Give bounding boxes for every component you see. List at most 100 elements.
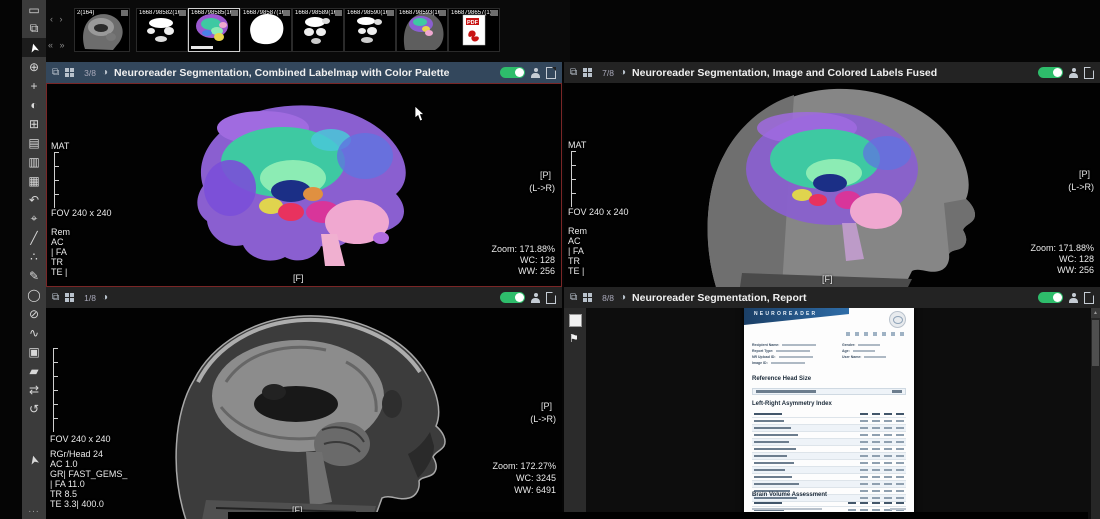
viewport-header: ⧉ 7/8 ◑ Neuroreader Segmentation, Image …	[564, 62, 1100, 83]
series-thumbnail[interactable]: 1668798657(1) PDF	[448, 8, 500, 62]
panel-icon[interactable]: ⧉	[52, 68, 59, 78]
report-meta-label: Gender:	[842, 343, 855, 347]
overlay-toggle[interactable]	[1038, 67, 1063, 78]
series-thumbnail-selected[interactable]: 1668798585(16...	[188, 8, 240, 62]
report-meta-value	[864, 356, 886, 359]
thumb-first-last-button[interactable]: « »	[48, 40, 67, 50]
notes-icon[interactable]	[546, 67, 556, 79]
thumbnail-image-fused[interactable]: 1668798593(16...	[396, 8, 448, 52]
report-meta-label: Image ID:	[752, 361, 768, 365]
overlay-param: AC	[51, 237, 64, 247]
window-level-icon[interactable]: ◑	[102, 293, 108, 303]
report-page[interactable]: NEUROREADER Recipient Name:Report Type:N…	[744, 308, 914, 515]
panel-icon[interactable]: ⧉	[570, 293, 577, 303]
tool-refresh-icon[interactable]: ⇄	[22, 380, 46, 399]
user-icon[interactable]	[1069, 68, 1078, 78]
viewport-fused-labels[interactable]: ⧉ 7/8 ◑ Neuroreader Segmentation, Image …	[564, 62, 1100, 287]
tool-cut-icon[interactable]: ⊘	[22, 304, 46, 323]
window-level-icon[interactable]: ◑	[620, 293, 626, 303]
overlay-param: TE 3.3| 400.0	[50, 499, 104, 509]
tool-pan-icon[interactable]: +	[22, 76, 46, 95]
notes-icon[interactable]	[1084, 292, 1094, 304]
tool-pointer-icon[interactable]: ➤	[22, 38, 46, 57]
tool-pointer-secondary-icon[interactable]: ➤	[22, 450, 46, 469]
tool-window-level-icon[interactable]: ◐	[22, 95, 46, 114]
panel-icon[interactable]: ⧉	[52, 293, 59, 303]
thumbnail-tag-icon	[439, 10, 446, 16]
overlay-fov: FOV 240 x 240	[51, 208, 112, 218]
page-thumbnail-icon[interactable]	[569, 314, 582, 327]
user-icon[interactable]	[1069, 293, 1078, 303]
notes-icon[interactable]	[1084, 67, 1094, 79]
toolbar-overflow-dots[interactable]: ...	[22, 504, 46, 515]
bottom-bar	[228, 512, 1088, 519]
series-label: 1668798590(16...	[347, 10, 387, 16]
tool-rotate-icon[interactable]: ↺	[22, 399, 46, 418]
tool-magnify-icon[interactable]: ⊕	[22, 57, 46, 76]
overlay-orientation-sub: (L->R)	[529, 183, 555, 193]
report-meta-value	[853, 350, 875, 353]
window-level-icon[interactable]: ◑	[620, 68, 626, 78]
window-level-icon[interactable]: ◑	[102, 68, 108, 78]
table-row	[752, 467, 906, 474]
thumbnail-image-color[interactable]: 1668798585(16...	[188, 8, 240, 52]
series-thumbnail[interactable]: 1668798590(16...	[344, 8, 396, 62]
layout-grid-icon[interactable]	[65, 68, 74, 77]
thumbnail-image-mask[interactable]: 1668798582(16...	[136, 8, 188, 52]
thumbnail-image-mask[interactable]: 1668798590(16...	[344, 8, 396, 52]
tool-grid-icon[interactable]: ▦	[22, 171, 46, 190]
table-header-row	[752, 411, 906, 418]
thumbnail-image-blob[interactable]: 1668798587(16...	[240, 8, 292, 52]
viewport-canvas[interactable]: FOV 240 x 240 RGr/Head 24 AC 1.0 GR| FAS…	[46, 308, 562, 519]
tool-save-icon[interactable]: ▰	[22, 361, 46, 380]
viewport-combined-labelmap[interactable]: ⧉ 3/8 ◑ Neuroreader Segmentation, Combin…	[46, 62, 562, 287]
viewport-structural-mri[interactable]: ⧉ 1/8 ◑	[46, 287, 562, 519]
report-scrollbar[interactable]: ▲	[1091, 308, 1100, 519]
tool-region-zoom-icon[interactable]: ⊞	[22, 114, 46, 133]
tool-pencil-icon[interactable]: ✎	[22, 266, 46, 285]
tool-measure-line-icon[interactable]: ╱	[22, 228, 46, 247]
report-meta-label: User Name:	[842, 355, 861, 359]
overlay-toggle[interactable]	[1038, 292, 1063, 303]
layout-grid-icon[interactable]	[65, 293, 74, 302]
tool-cine-icon[interactable]: ▥	[22, 152, 46, 171]
viewport-canvas[interactable]: MAT FOV 240 x 240 Rem AC | FA TR TE | [P…	[46, 83, 562, 287]
panel-icon[interactable]: ⧉	[570, 68, 577, 78]
tool-series-sync-icon[interactable]: ▤	[22, 133, 46, 152]
thumb-prev-button[interactable]: ‹ ›	[50, 14, 65, 24]
series-thumbnail[interactable]: 2(164)	[74, 8, 130, 62]
tool-snapshot-icon[interactable]: ▣	[22, 342, 46, 361]
viewport-canvas[interactable]: MAT FOV 240 x 240 Rem AC | FA TR TE | [P…	[564, 83, 1100, 287]
series-thumbnail[interactable]: 1668798593(16...	[396, 8, 448, 62]
scroll-up-arrow[interactable]: ▲	[1091, 308, 1100, 318]
flag-icon[interactable]: ⚑	[569, 332, 579, 345]
tool-crosshair-icon[interactable]: ⌖	[22, 209, 46, 228]
tool-ellipse-roi-icon[interactable]: ◯	[22, 285, 46, 304]
viewport-report[interactable]: ⧉ 8/8 ◑ Neuroreader Segmentation, Report…	[564, 287, 1100, 519]
notes-icon[interactable]	[546, 292, 556, 304]
layout-grid-icon[interactable]	[583, 293, 592, 302]
thumbnail-image-mask[interactable]: 1668798589(16...	[292, 8, 344, 52]
thumbnail-image-gray[interactable]: 2(164)	[74, 8, 130, 52]
overlay-fov: FOV 240 x 240	[568, 207, 629, 217]
layout-grid-icon[interactable]	[583, 68, 592, 77]
tool-undo-icon[interactable]: ↶	[22, 190, 46, 209]
series-thumbnail[interactable]: 1668798589(16...	[292, 8, 344, 62]
overlay-param: Rem	[568, 226, 587, 236]
user-icon[interactable]	[531, 293, 540, 303]
series-thumbnail[interactable]: 1668798582(16...	[136, 8, 188, 62]
report-canvas[interactable]: ⚑ NEUROREADER Recipient Name:Report Type…	[564, 308, 1100, 519]
thumbnail-image-pdf[interactable]: 1668798657(1) PDF	[448, 8, 500, 52]
scrollbar-thumb[interactable]	[1092, 320, 1099, 366]
user-icon[interactable]	[531, 68, 540, 78]
table-row	[752, 460, 906, 467]
tool-spray-icon[interactable]: ∴	[22, 247, 46, 266]
series-thumbnail[interactable]: 1668798587(16...	[240, 8, 292, 62]
overlay-toggle[interactable]	[500, 67, 525, 78]
tool-panel-icon[interactable]: ▭	[22, 0, 46, 19]
tool-freehand-icon[interactable]: ∿	[22, 323, 46, 342]
overlay-toggle[interactable]	[500, 292, 525, 303]
tool-layout-icon[interactable]: ⧉	[22, 19, 46, 38]
table-row	[752, 418, 906, 425]
overlay-orientation: [P]	[540, 170, 551, 180]
